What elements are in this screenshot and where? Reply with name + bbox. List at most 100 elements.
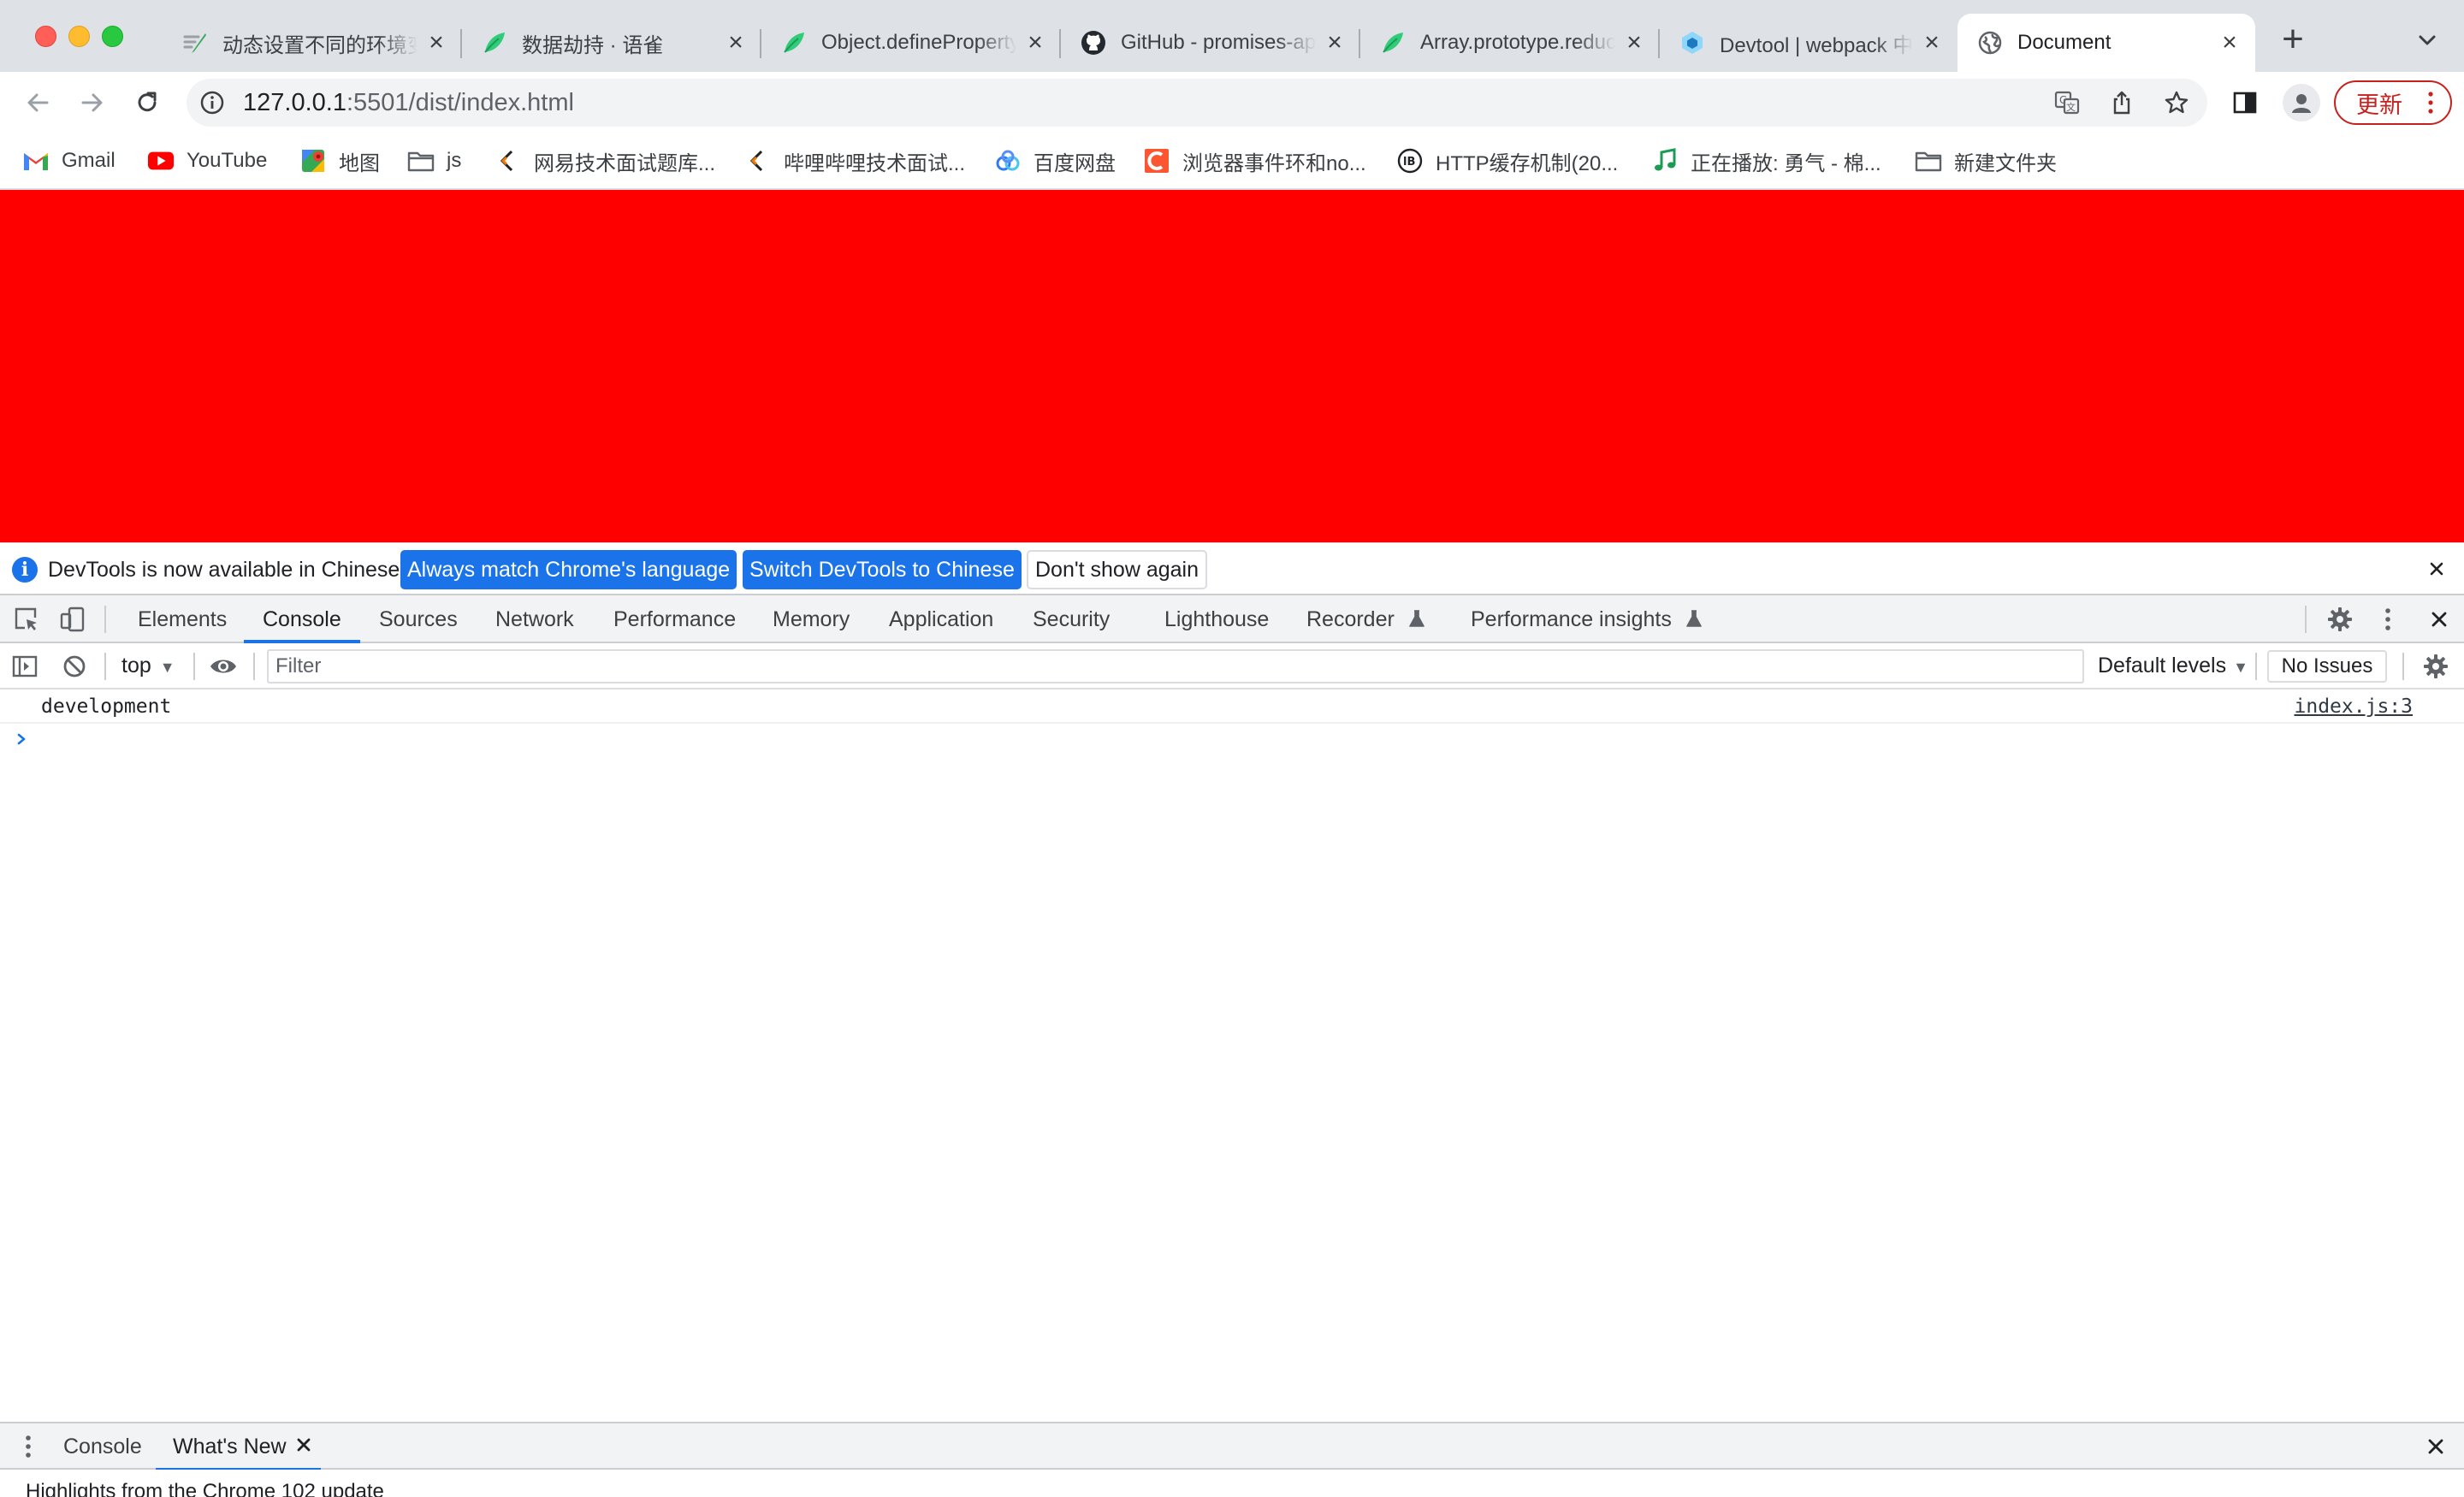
tab-close-icon[interactable]: × (1622, 30, 1646, 56)
device-toolbar-icon[interactable] (58, 605, 87, 634)
tab-close-icon[interactable]: × (424, 30, 448, 56)
toolbar-divider (2255, 653, 2257, 680)
window-zoom-button[interactable] (102, 26, 123, 47)
drawer-tab-console[interactable]: Console (63, 1423, 142, 1470)
reload-icon[interactable] (127, 82, 168, 123)
bookmark-label: YouTube (187, 149, 268, 172)
url-text[interactable]: 127.0.0.1:5501/dist/index.html (243, 79, 574, 127)
tab-close-icon[interactable]: × (1323, 30, 1347, 56)
bookmark-csdn[interactable]: 浏览器事件环和no... (1143, 133, 1366, 188)
inspect-element-icon[interactable] (12, 605, 41, 634)
bookmark-gmail[interactable]: Gmail (22, 133, 116, 188)
tab-security[interactable]: Security (1033, 595, 1110, 642)
github-icon (1080, 29, 1107, 56)
drawer-tab-whats-new[interactable]: What's New (156, 1423, 321, 1471)
filter-input[interactable] (269, 651, 2082, 682)
close-icon[interactable] (2425, 557, 2449, 581)
share-icon[interactable] (2108, 89, 2135, 116)
close-tab-icon[interactable] (294, 1435, 313, 1454)
bookmark-label: 地图 (339, 151, 380, 175)
toolbar-divider (2402, 653, 2404, 680)
clear-console-icon[interactable] (60, 652, 89, 681)
tab-memory[interactable]: Memory (773, 595, 850, 642)
flask-icon (1408, 610, 1424, 627)
match-language-button[interactable]: Always match Chrome's language (400, 550, 737, 589)
close-icon[interactable] (2421, 1432, 2450, 1461)
tab-recorder[interactable]: Recorder (1306, 595, 1426, 642)
more-vertical-icon (2428, 91, 2433, 115)
browser-tab[interactable]: GitHub - promises-aplus × (1061, 14, 1360, 72)
side-panel-icon[interactable] (2230, 87, 2260, 118)
toolbar-divider (193, 653, 195, 680)
bookmarks-bar: Gmail YouTube 地图 js 网易技术面试题库... 哔哩哔哩技术面试… (0, 133, 2464, 190)
bookmark-maps[interactable]: 地图 (299, 133, 380, 188)
gear-icon[interactable] (2325, 605, 2354, 634)
profile-avatar-icon[interactable] (2283, 84, 2320, 121)
address-bar[interactable]: 127.0.0.1:5501/dist/index.html G文 (187, 79, 2207, 127)
dropdown-arrow-icon: ▼ (159, 659, 175, 676)
bookmark-baidu-pan[interactable]: 百度网盘 (994, 133, 1116, 188)
forward-arrow-icon[interactable] (72, 82, 113, 123)
back-arrow-icon[interactable] (17, 82, 58, 123)
tab-elements[interactable]: Elements (138, 595, 227, 642)
console-output[interactable]: development index.js:3 (0, 689, 2464, 1422)
tab-lighthouse[interactable]: Lighthouse (1164, 595, 1269, 642)
issues-button[interactable]: No Issues (2267, 650, 2387, 683)
tab-sources[interactable]: Sources (379, 595, 458, 642)
tab-performance-insights[interactable]: Performance insights (1471, 595, 1703, 642)
bookmark-youtube[interactable]: YouTube (147, 133, 267, 188)
bookmark-netease[interactable]: 网易技术面试题库... (495, 133, 715, 188)
tab-title: Devtool | webpack 中文 (1720, 33, 1913, 57)
browser-tab[interactable]: 动态设置不同的环境变量 × (163, 14, 462, 72)
tab-console[interactable]: Console (244, 595, 360, 643)
bookmark-folder-js[interactable]: js (407, 133, 461, 188)
bookmark-label: 哔哩哔哩技术面试... (784, 151, 966, 175)
browser-tab[interactable]: Object.defineProperty() × (761, 14, 1061, 72)
tab-close-icon[interactable]: × (1920, 30, 1944, 56)
bookmark-label: HTTP缓存机制(20... (1436, 151, 1619, 175)
browser-tab[interactable]: 数据劫持 · 语雀 × (462, 14, 761, 72)
devtools-drawer-tabbar: Console What's New (0, 1422, 2464, 1471)
browser-tab[interactable]: Devtool | webpack 中文 × (1660, 14, 1958, 72)
switch-to-chinese-button[interactable]: Switch DevTools to Chinese (743, 550, 1022, 589)
dont-show-again-button[interactable]: Don't show again (1027, 550, 1208, 589)
tab-close-icon[interactable]: × (724, 30, 748, 56)
log-levels-dropdown[interactable]: Default levels ▼ (2098, 643, 2248, 689)
more-vertical-icon[interactable] (2373, 605, 2402, 634)
bookmark-http-cache[interactable]: lB HTTP缓存机制(20... (1396, 133, 1618, 188)
browser-tab-active[interactable]: Document × (1958, 14, 2255, 72)
translate-icon[interactable]: G文 (2053, 89, 2081, 116)
new-tab-plus-icon[interactable]: + (2276, 21, 2310, 58)
eye-icon[interactable] (209, 652, 238, 681)
tab-close-icon[interactable]: × (2218, 30, 2242, 56)
csdn-icon (1143, 147, 1170, 175)
more-vertical-icon[interactable] (14, 1432, 43, 1461)
console-source-link[interactable]: index.js:3 (2295, 689, 2413, 724)
tab-title: Array.prototype.reduce() (1420, 31, 1615, 54)
tab-performance[interactable]: Performance (613, 595, 736, 642)
console-prompt-chevron-icon[interactable] (14, 729, 31, 749)
sidebar-toggle-icon[interactable] (10, 652, 39, 681)
bookmark-music[interactable]: 正在播放: 勇气 - 棉... (1651, 133, 1881, 188)
page-red-block (0, 190, 2464, 542)
bookmark-new-folder[interactable]: 新建文件夹 (1915, 133, 2057, 188)
bookmark-label: 浏览器事件环和no... (1182, 151, 1366, 175)
maps-icon (299, 147, 327, 175)
chevron-down-icon[interactable] (2413, 26, 2442, 55)
lb-icon: lB (1396, 147, 1424, 175)
close-icon[interactable] (2425, 605, 2454, 634)
tab-close-icon[interactable]: × (1023, 30, 1047, 56)
context-selector[interactable]: top ▼ (121, 643, 175, 688)
browser-tab[interactable]: Array.prototype.reduce() × (1360, 14, 1660, 72)
window-minimize-button[interactable] (68, 26, 90, 47)
update-button[interactable]: 更新 (2334, 80, 2452, 125)
tab-application[interactable]: Application (889, 595, 993, 642)
window-close-button[interactable] (35, 26, 56, 47)
bookmark-star-icon[interactable] (2163, 89, 2190, 116)
bookmark-bilibili[interactable]: 哔哩哔哩技术面试... (744, 133, 965, 188)
globe-icon (1976, 29, 2004, 56)
tab-network[interactable]: Network (495, 595, 574, 642)
info-icon[interactable] (198, 89, 226, 116)
baidu-pan-icon (994, 147, 1022, 175)
gear-icon[interactable] (2421, 652, 2450, 681)
